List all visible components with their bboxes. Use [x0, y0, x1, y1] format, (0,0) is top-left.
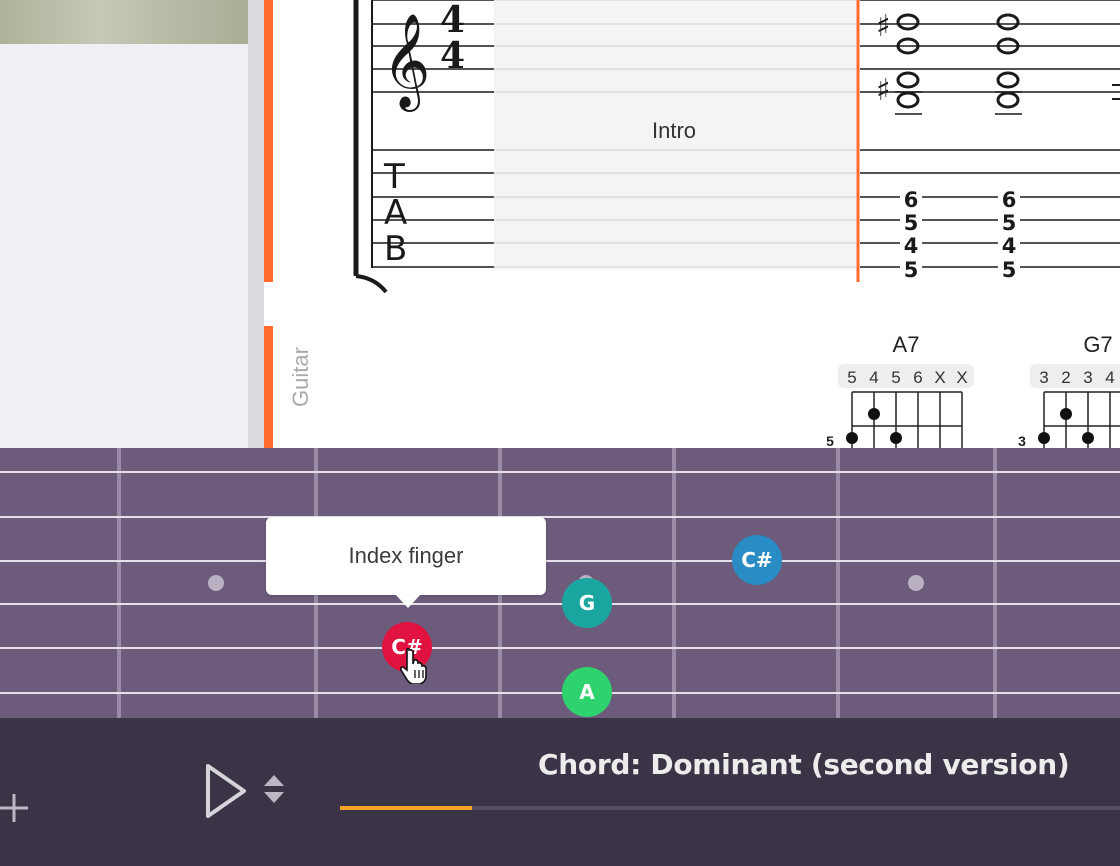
tab-clef-a: A	[384, 193, 407, 233]
progress-fill	[340, 806, 472, 810]
play-icon[interactable]	[200, 762, 250, 822]
fretboard-note[interactable]: C#	[732, 535, 782, 585]
fretboard[interactable]: C# G C# A	[0, 448, 1120, 718]
svg-text:♯: ♯	[876, 73, 891, 108]
tab-fret-number: 5	[1002, 258, 1017, 282]
fingering-number: 4	[869, 368, 878, 387]
track-accent-bar	[264, 326, 273, 448]
tab-fret-number: 5	[904, 258, 919, 282]
tab-fret-number: 5	[904, 211, 919, 235]
finger-tooltip: Index finger	[266, 517, 546, 595]
fingering-number: 3	[1083, 368, 1092, 387]
fingering-number: 3	[1039, 368, 1048, 387]
tab-fret-number: 6	[904, 188, 919, 212]
player-bar	[0, 718, 1120, 866]
treble-clef-icon: 𝄞	[382, 13, 430, 112]
fret-lines	[117, 448, 997, 718]
tab-clef-t: T	[383, 157, 405, 197]
fretboard-note[interactable]: A	[562, 667, 612, 717]
fretboard-note[interactable]: G	[562, 578, 612, 628]
sheet-music: 𝄞 ♯ ♯ 4 4 T A B Intro 6 5 4 5 6 5 4 5 Gu…	[264, 0, 1120, 448]
tab-column[interactable]: 6 5 4 5	[900, 188, 922, 282]
fingering-number: 5	[891, 368, 900, 387]
time-signature-bottom: 4	[440, 35, 465, 77]
track-name-label[interactable]: Guitar	[288, 347, 313, 407]
system-accent-bar	[264, 0, 273, 282]
chord-fret-number: 5	[826, 433, 834, 448]
tab-column[interactable]: 6 5 4 5	[998, 188, 1020, 282]
video-panel	[0, 0, 248, 448]
chord-name: G7	[1083, 332, 1112, 357]
tab-fret-number: 4	[1002, 234, 1017, 258]
chord-diagram-g7[interactable]: G7 3 2 3 4 3	[1018, 332, 1120, 448]
chord-title: Chord: Dominant (second version)	[538, 748, 1070, 781]
chord-fret-number: 3	[1018, 433, 1026, 448]
fingering-number: 2	[1061, 368, 1070, 387]
fingering-number: 4	[1105, 368, 1114, 387]
tab-fret-number: 4	[904, 234, 919, 258]
chord-diagram-a7[interactable]: A7 5 4 5 6 X X 5	[826, 332, 974, 448]
fingering-number: 5	[847, 368, 856, 387]
fretboard-canvas	[0, 448, 1120, 718]
fingering-number: X	[956, 368, 967, 387]
chord-name: A7	[893, 332, 920, 357]
plus-icon[interactable]	[0, 788, 34, 828]
svg-text:♯: ♯	[876, 9, 891, 44]
string-lines	[0, 471, 1120, 694]
tab-clef-b: B	[384, 229, 407, 269]
panel-scrollbar[interactable]	[248, 0, 264, 448]
tooltip-arrow	[395, 594, 421, 608]
speed-arrows-icon[interactable]	[261, 772, 291, 812]
fingering-number: 6	[913, 368, 922, 387]
hand-cursor-icon	[400, 648, 427, 684]
score-canvas: 𝄞 ♯ ♯ 4 4 T A B Intro 6 5 4 5 6 5 4 5 Gu…	[264, 0, 1120, 448]
section-label[interactable]: Intro	[652, 118, 696, 143]
video-thumbnail[interactable]	[0, 0, 248, 44]
tab-fret-number: 6	[1002, 188, 1017, 212]
fingering-number: X	[934, 368, 945, 387]
tab-fret-number: 5	[1002, 211, 1017, 235]
